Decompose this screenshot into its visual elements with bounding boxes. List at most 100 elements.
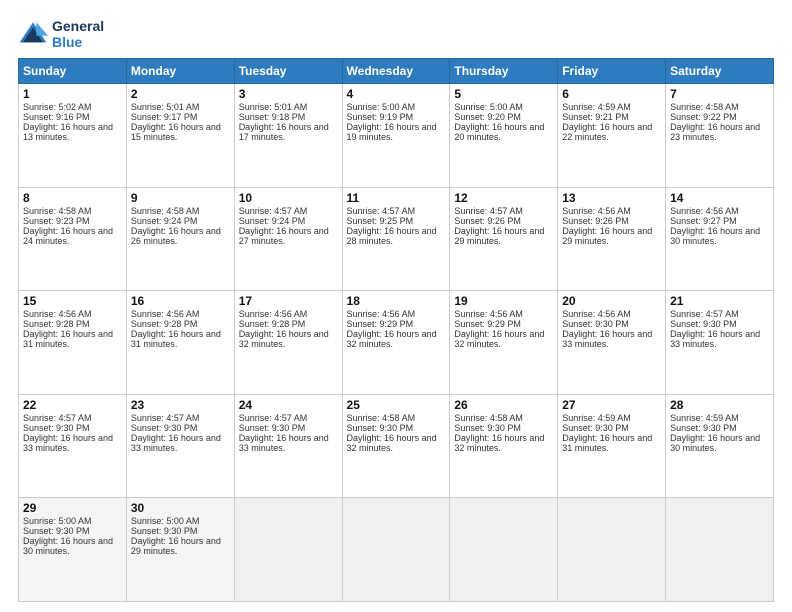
sunset-text: Sunset: 9:22 PM: [670, 112, 737, 122]
sunrise-text: Sunrise: 5:00 AM: [347, 102, 416, 112]
logo: General Blue: [18, 18, 104, 50]
day-number: 24: [239, 398, 338, 412]
calendar-day-cell: 19Sunrise: 4:56 AMSunset: 9:29 PMDayligh…: [450, 291, 558, 395]
daylight-text: Daylight: 16 hours and 31 minutes.: [23, 329, 113, 349]
day-number: 16: [131, 294, 230, 308]
sunrise-text: Sunrise: 4:56 AM: [239, 309, 308, 319]
calendar-week-row: 29Sunrise: 5:00 AMSunset: 9:30 PMDayligh…: [19, 498, 774, 602]
calendar-day-cell: 6Sunrise: 4:59 AMSunset: 9:21 PMDaylight…: [558, 84, 666, 188]
sunrise-text: Sunrise: 4:57 AM: [239, 413, 308, 423]
calendar-day-cell: 15Sunrise: 4:56 AMSunset: 9:28 PMDayligh…: [19, 291, 127, 395]
sunrise-text: Sunrise: 4:58 AM: [454, 413, 523, 423]
weekday-header: Tuesday: [234, 59, 342, 84]
calendar-day-cell: 8Sunrise: 4:58 AMSunset: 9:23 PMDaylight…: [19, 187, 127, 291]
day-number: 3: [239, 87, 338, 101]
sunset-text: Sunset: 9:27 PM: [670, 216, 737, 226]
day-number: 28: [670, 398, 769, 412]
calendar-week-row: 22Sunrise: 4:57 AMSunset: 9:30 PMDayligh…: [19, 394, 774, 498]
calendar-day-cell: 17Sunrise: 4:56 AMSunset: 9:28 PMDayligh…: [234, 291, 342, 395]
sunrise-text: Sunrise: 5:00 AM: [131, 516, 200, 526]
sunrise-text: Sunrise: 4:56 AM: [23, 309, 92, 319]
day-number: 4: [347, 87, 446, 101]
calendar-day-cell: 28Sunrise: 4:59 AMSunset: 9:30 PMDayligh…: [666, 394, 774, 498]
calendar-day-cell: 10Sunrise: 4:57 AMSunset: 9:24 PMDayligh…: [234, 187, 342, 291]
sunrise-text: Sunrise: 4:56 AM: [562, 309, 631, 319]
sunset-text: Sunset: 9:17 PM: [131, 112, 198, 122]
day-number: 17: [239, 294, 338, 308]
daylight-text: Daylight: 16 hours and 33 minutes.: [562, 329, 652, 349]
day-number: 25: [347, 398, 446, 412]
weekday-header: Friday: [558, 59, 666, 84]
daylight-text: Daylight: 16 hours and 20 minutes.: [454, 122, 544, 142]
sunset-text: Sunset: 9:19 PM: [347, 112, 414, 122]
daylight-text: Daylight: 16 hours and 19 minutes.: [347, 122, 437, 142]
day-number: 7: [670, 87, 769, 101]
daylight-text: Daylight: 16 hours and 29 minutes.: [562, 226, 652, 246]
sunrise-text: Sunrise: 4:57 AM: [347, 206, 416, 216]
sunrise-text: Sunrise: 4:58 AM: [23, 206, 92, 216]
sunrise-text: Sunrise: 5:00 AM: [23, 516, 92, 526]
day-number: 21: [670, 294, 769, 308]
calendar-week-row: 1Sunrise: 5:02 AMSunset: 9:16 PMDaylight…: [19, 84, 774, 188]
daylight-text: Daylight: 16 hours and 31 minutes.: [562, 433, 652, 453]
calendar-day-cell: 24Sunrise: 4:57 AMSunset: 9:30 PMDayligh…: [234, 394, 342, 498]
daylight-text: Daylight: 16 hours and 29 minutes.: [454, 226, 544, 246]
day-number: 12: [454, 191, 553, 205]
day-number: 23: [131, 398, 230, 412]
calendar-day-cell: [234, 498, 342, 602]
day-number: 20: [562, 294, 661, 308]
day-number: 8: [23, 191, 122, 205]
weekday-header: Thursday: [450, 59, 558, 84]
daylight-text: Daylight: 16 hours and 23 minutes.: [670, 122, 760, 142]
sunset-text: Sunset: 9:30 PM: [131, 423, 198, 433]
calendar-table: SundayMondayTuesdayWednesdayThursdayFrid…: [18, 58, 774, 602]
calendar-day-cell: 1Sunrise: 5:02 AMSunset: 9:16 PMDaylight…: [19, 84, 127, 188]
daylight-text: Daylight: 16 hours and 26 minutes.: [131, 226, 221, 246]
sunrise-text: Sunrise: 4:57 AM: [454, 206, 523, 216]
sunset-text: Sunset: 9:24 PM: [239, 216, 306, 226]
day-number: 14: [670, 191, 769, 205]
calendar-day-cell: 20Sunrise: 4:56 AMSunset: 9:30 PMDayligh…: [558, 291, 666, 395]
calendar-day-cell: 4Sunrise: 5:00 AMSunset: 9:19 PMDaylight…: [342, 84, 450, 188]
sunset-text: Sunset: 9:30 PM: [454, 423, 521, 433]
sunrise-text: Sunrise: 4:59 AM: [562, 413, 631, 423]
weekday-header: Monday: [126, 59, 234, 84]
sunset-text: Sunset: 9:18 PM: [239, 112, 306, 122]
daylight-text: Daylight: 16 hours and 29 minutes.: [131, 536, 221, 556]
day-number: 5: [454, 87, 553, 101]
sunset-text: Sunset: 9:25 PM: [347, 216, 414, 226]
calendar-day-cell: [342, 498, 450, 602]
day-number: 9: [131, 191, 230, 205]
daylight-text: Daylight: 16 hours and 17 minutes.: [239, 122, 329, 142]
day-number: 11: [347, 191, 446, 205]
daylight-text: Daylight: 16 hours and 24 minutes.: [23, 226, 113, 246]
day-number: 2: [131, 87, 230, 101]
sunset-text: Sunset: 9:24 PM: [131, 216, 198, 226]
sunrise-text: Sunrise: 4:57 AM: [670, 309, 739, 319]
calendar-day-cell: 2Sunrise: 5:01 AMSunset: 9:17 PMDaylight…: [126, 84, 234, 188]
day-number: 27: [562, 398, 661, 412]
sunset-text: Sunset: 9:26 PM: [454, 216, 521, 226]
calendar-day-cell: 12Sunrise: 4:57 AMSunset: 9:26 PMDayligh…: [450, 187, 558, 291]
day-number: 15: [23, 294, 122, 308]
daylight-text: Daylight: 16 hours and 15 minutes.: [131, 122, 221, 142]
sunset-text: Sunset: 9:28 PM: [239, 319, 306, 329]
calendar-day-cell: 9Sunrise: 4:58 AMSunset: 9:24 PMDaylight…: [126, 187, 234, 291]
sunset-text: Sunset: 9:21 PM: [562, 112, 629, 122]
daylight-text: Daylight: 16 hours and 31 minutes.: [131, 329, 221, 349]
calendar-day-cell: 27Sunrise: 4:59 AMSunset: 9:30 PMDayligh…: [558, 394, 666, 498]
daylight-text: Daylight: 16 hours and 33 minutes.: [239, 433, 329, 453]
sunrise-text: Sunrise: 5:01 AM: [131, 102, 200, 112]
sunset-text: Sunset: 9:30 PM: [23, 423, 90, 433]
sunrise-text: Sunrise: 4:56 AM: [131, 309, 200, 319]
calendar-header-row: SundayMondayTuesdayWednesdayThursdayFrid…: [19, 59, 774, 84]
daylight-text: Daylight: 16 hours and 32 minutes.: [347, 329, 437, 349]
daylight-text: Daylight: 16 hours and 32 minutes.: [454, 329, 544, 349]
sunset-text: Sunset: 9:30 PM: [23, 526, 90, 536]
sunrise-text: Sunrise: 4:57 AM: [23, 413, 92, 423]
calendar-day-cell: 30Sunrise: 5:00 AMSunset: 9:30 PMDayligh…: [126, 498, 234, 602]
sunrise-text: Sunrise: 5:02 AM: [23, 102, 92, 112]
daylight-text: Daylight: 16 hours and 32 minutes.: [239, 329, 329, 349]
calendar-day-cell: 14Sunrise: 4:56 AMSunset: 9:27 PMDayligh…: [666, 187, 774, 291]
daylight-text: Daylight: 16 hours and 32 minutes.: [454, 433, 544, 453]
